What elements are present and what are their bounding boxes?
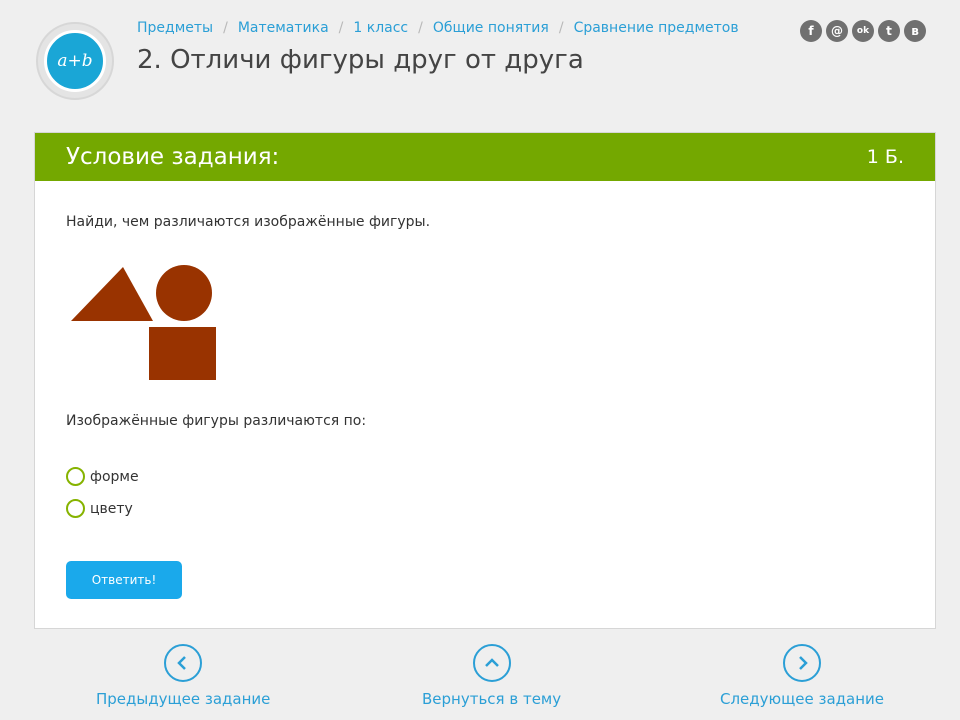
- task-header: Условие задания: 1 Б.: [35, 133, 935, 181]
- breadcrumb: Предметы / Математика / 1 класс / Общие …: [137, 20, 739, 36]
- breadcrumb-item-math[interactable]: Математика: [238, 20, 329, 36]
- square-shape: [149, 327, 216, 380]
- next-task-label[interactable]: Следующее задание: [720, 690, 884, 708]
- sub-question: Изображённые фигуры различаются по:: [66, 413, 367, 429]
- logo[interactable]: a+b: [36, 22, 114, 100]
- submit-answer-button[interactable]: Ответить!: [66, 561, 182, 599]
- page-title: 2. Отличи фигуры друг от друга: [137, 45, 584, 75]
- twitter-icon[interactable]: t: [878, 20, 900, 42]
- radio-button[interactable]: [66, 499, 85, 518]
- triangle-shape: [71, 267, 153, 321]
- breadcrumb-item-comparison[interactable]: Сравнение предметов: [574, 20, 739, 36]
- task-question: Найди, чем различаются изображённые фигу…: [66, 214, 431, 230]
- logo-text: a+b: [57, 51, 93, 71]
- breadcrumb-separator: /: [338, 20, 344, 36]
- task-card: Условие задания: 1 Б. Найди, чем различа…: [34, 132, 936, 629]
- back-to-topic-label[interactable]: Вернуться в тему: [422, 690, 561, 708]
- breadcrumb-separator: /: [558, 20, 564, 36]
- circle-shape: [156, 265, 212, 321]
- mail-icon[interactable]: @: [826, 20, 848, 42]
- chevron-left-icon[interactable]: [164, 644, 203, 682]
- next-task-link[interactable]: Следующее задание: [720, 644, 884, 708]
- radio-button[interactable]: [66, 467, 85, 486]
- chevron-right-icon[interactable]: [783, 644, 822, 682]
- previous-task-label[interactable]: Предыдущее задание: [96, 690, 270, 708]
- breadcrumb-item-subjects[interactable]: Предметы: [137, 20, 213, 36]
- chevron-up-icon[interactable]: [472, 644, 511, 682]
- breadcrumb-item-grade[interactable]: 1 класс: [353, 20, 408, 36]
- breadcrumb-item-general[interactable]: Общие понятия: [433, 20, 549, 36]
- shapes-illustration: [71, 265, 216, 380]
- previous-task-link[interactable]: Предыдущее задание: [96, 644, 270, 708]
- answer-option-shape[interactable]: форме: [66, 467, 139, 486]
- task-header-title: Условие задания:: [66, 144, 280, 170]
- answer-option-color[interactable]: цвету: [66, 499, 133, 518]
- answer-option-label: цвету: [90, 500, 133, 517]
- facebook-icon[interactable]: f: [800, 20, 822, 42]
- odnoklassniki-icon[interactable]: ok: [852, 20, 874, 42]
- breadcrumb-separator: /: [223, 20, 228, 36]
- task-points: 1 Б.: [866, 146, 904, 168]
- social-share-bar: f @ ok t в: [800, 20, 926, 42]
- logo-badge: a+b: [44, 30, 106, 92]
- back-to-topic-link[interactable]: Вернуться в тему: [422, 644, 561, 708]
- answer-option-label: форме: [90, 468, 139, 485]
- vk-icon[interactable]: в: [904, 20, 926, 42]
- breadcrumb-separator: /: [418, 20, 423, 36]
